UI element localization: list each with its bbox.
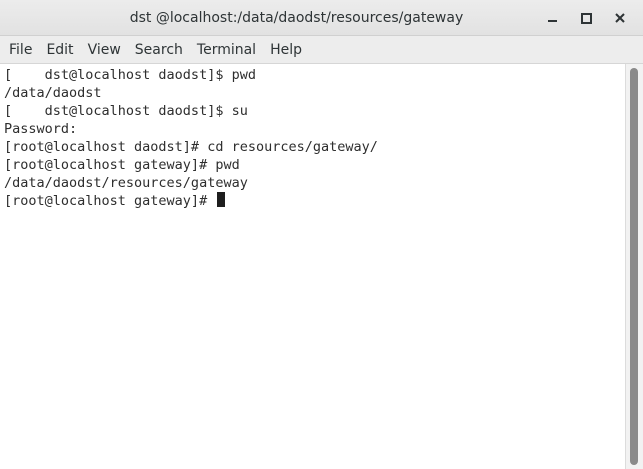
terminal-line: [root@localhost gateway]# pwd: [4, 157, 240, 173]
terminal-line: [ dst@localhost daodst]$ su: [4, 103, 248, 119]
terminal-prompt-line: [root@localhost gateway]#: [4, 192, 625, 210]
menu-view[interactable]: View: [82, 36, 127, 64]
terminal-prompt: [root@localhost gateway]#: [4, 193, 216, 209]
minimize-icon: [547, 20, 557, 22]
minimize-button[interactable]: [542, 8, 562, 28]
menu-edit[interactable]: Edit: [40, 36, 79, 64]
terminal-line: [root@localhost daodst]# cd resources/ga…: [4, 139, 378, 155]
menu-bar: File Edit View Search Terminal Help: [0, 36, 643, 64]
title-bar[interactable]: dst @localhost:/data/daodst/resources/ga…: [0, 0, 643, 36]
menu-help[interactable]: Help: [264, 36, 308, 64]
vertical-scrollbar[interactable]: [625, 64, 643, 469]
terminal-line: Password:: [4, 121, 78, 137]
menu-search[interactable]: Search: [129, 36, 189, 64]
terminal-line: [ dst@localhost daodst]$ pwd: [4, 67, 256, 83]
scrollbar-thumb[interactable]: [630, 68, 638, 465]
maximize-icon: [580, 12, 592, 24]
maximize-button[interactable]: [576, 8, 596, 28]
close-icon: [615, 13, 625, 23]
text-cursor: [217, 192, 226, 207]
terminal-window: dst @localhost:/data/daodst/resources/ga…: [0, 0, 643, 469]
terminal-line: /data/daodst: [4, 85, 102, 101]
terminal-output[interactable]: [ dst@localhost daodst]$ pwd /data/daods…: [0, 64, 625, 469]
window-title: dst @localhost:/data/daodst/resources/ga…: [129, 10, 464, 26]
close-button[interactable]: [610, 8, 630, 28]
terminal-line: /data/daodst/resources/gateway: [4, 175, 248, 191]
menu-file[interactable]: File: [3, 36, 38, 64]
menu-terminal[interactable]: Terminal: [191, 36, 262, 64]
